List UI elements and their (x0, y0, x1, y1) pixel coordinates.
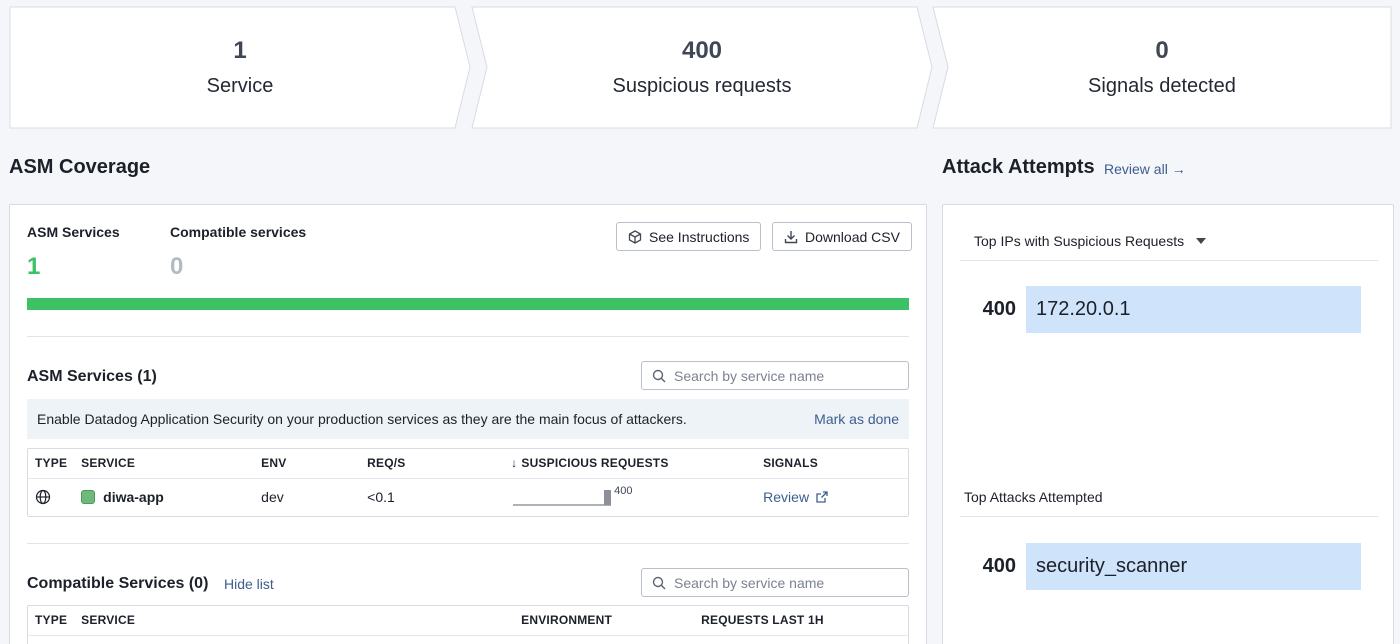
top-attack-count: 400 (982, 555, 1016, 577)
top-attack-row[interactable]: 400 security_scanner (962, 543, 1361, 590)
recommendation-banner: Enable Datadog Application Security on y… (27, 399, 909, 439)
suspicious-sparkline (513, 489, 612, 506)
coverage-progress-bar (27, 298, 909, 310)
top-ip-count: 400 (982, 298, 1016, 320)
stat-signals[interactable]: 0 Signals detected (932, 6, 1392, 129)
suspicious-requests-cell: 400 (504, 478, 756, 515)
stat-value: 400 (681, 37, 723, 64)
service-color-swatch (81, 489, 96, 504)
globe-icon (35, 490, 51, 505)
column-header-req-s[interactable]: REQ/S (360, 449, 505, 479)
asm-coverage-title: ASM Coverage (9, 156, 151, 178)
column-label: SUSPICIOUS REQUESTS (521, 456, 669, 471)
compatible-services-search[interactable] (641, 568, 909, 597)
top-ip-address: 172.20.0.1 (1036, 298, 1131, 320)
asm-services-title: ASM Services (1) (27, 368, 157, 385)
stat-suspicious-requests[interactable]: 400 Suspicious requests (471, 6, 933, 129)
download-icon (784, 230, 798, 243)
top-ip-bar: 172.20.0.1 (1026, 286, 1361, 333)
column-header-signals[interactable]: SIGNALS (756, 449, 908, 479)
stat-shape (9, 6, 471, 129)
external-link-icon (816, 491, 828, 503)
table-row[interactable]: diwa-app dev <0.1 400 Review (28, 478, 908, 515)
table-header-row: TYPE SERVICE ENV REQ/S ↓ SUSPICIOUS REQUE… (28, 449, 908, 479)
sort-desc-icon: ↓ (511, 456, 518, 471)
top-ip-row[interactable]: 400 172.20.0.1 (962, 286, 1361, 333)
divider (27, 336, 909, 337)
recommendation-text: Enable Datadog Application Security on y… (37, 411, 687, 427)
review-link[interactable]: Review (763, 489, 809, 505)
top-attack-name: security_scanner (1036, 555, 1188, 577)
stat-value: 0 (1155, 37, 1169, 64)
review-all-link[interactable]: Review all → (1104, 161, 1186, 177)
compatible-services-search-input[interactable] (674, 574, 889, 591)
search-icon (652, 369, 666, 382)
column-header-service[interactable]: SERVICE (74, 449, 255, 479)
download-csv-button[interactable]: Download CSV (772, 222, 912, 251)
top-ips-dropdown-label: Top IPs with Suspicious Requests (974, 233, 1185, 249)
top-attacks-label: Top Attacks Attempted (964, 489, 1103, 505)
asm-services-search-input[interactable] (674, 367, 889, 384)
asm-services-search[interactable] (641, 361, 909, 390)
stat-label: Signals detected (1088, 75, 1236, 97)
top-attack-bar: security_scanner (1026, 543, 1361, 590)
service-name: diwa-app (103, 488, 164, 505)
compatible-services-title: Compatible Services (0) (27, 575, 209, 592)
stat-shape (932, 6, 1392, 129)
compatible-services-table: TYPE SERVICE ENVIRONMENT REQUESTS LAST 1… (27, 605, 909, 644)
asm-services-count-label: ASM Services (27, 224, 120, 240)
compatible-services-count-label: Compatible services (170, 224, 307, 240)
divider (960, 516, 1378, 517)
see-instructions-button[interactable]: See Instructions (616, 222, 762, 251)
column-header-type[interactable]: TYPE (28, 449, 75, 479)
stat-shape (471, 6, 933, 129)
stat-services[interactable]: 1 Service (9, 6, 471, 129)
coverage-progress-fill (27, 298, 909, 310)
column-header-environment[interactable]: ENVIRONMENT (514, 606, 695, 636)
top-ips-dropdown[interactable]: Top IPs with Suspicious Requests (974, 233, 1207, 249)
hexagon-icon (628, 229, 642, 244)
attack-attempts-title: Attack Attempts (942, 156, 1095, 178)
stat-label: Service (206, 75, 274, 97)
service-cell[interactable]: diwa-app (74, 478, 254, 515)
asm-services-count: 1 (27, 253, 41, 280)
attack-attempts-panel: Top IPs with Suspicious Requests 400 172… (942, 204, 1394, 644)
column-header-env[interactable]: ENV (254, 449, 361, 479)
env-cell: dev (261, 488, 284, 505)
mark-as-done-link[interactable]: Mark as done (814, 411, 899, 427)
sparkline-value: 400 (614, 484, 633, 497)
hide-list-link[interactable]: Hide list (224, 576, 274, 592)
column-header-suspicious-requests[interactable]: ↓ SUSPICIOUS REQUESTS (504, 449, 757, 479)
table-header-row: TYPE SERVICE ENVIRONMENT REQUESTS LAST 1… (28, 606, 908, 636)
divider (27, 543, 909, 544)
column-header-type[interactable]: TYPE (28, 606, 75, 636)
see-instructions-label: See Instructions (649, 228, 750, 245)
download-csv-label: Download CSV (805, 228, 900, 245)
req-s-cell: <0.1 (367, 488, 395, 505)
search-icon (652, 576, 666, 589)
stat-label: Suspicious requests (612, 75, 792, 97)
asm-services-table: TYPE SERVICE ENV REQ/S ↓ SUSPICIOUS REQUE… (27, 448, 909, 517)
divider (960, 260, 1378, 261)
type-cell (28, 478, 74, 515)
column-header-requests-last-1h[interactable]: REQUESTS LAST 1H (694, 606, 908, 636)
column-header-service[interactable]: SERVICE (74, 606, 515, 636)
asm-coverage-panel: ASM Services 1 Compatible services 0 See… (9, 204, 927, 644)
caret-down-icon (1196, 238, 1207, 244)
signals-cell[interactable]: Review (756, 478, 908, 515)
compatible-services-count: 0 (170, 253, 184, 280)
stat-value: 1 (233, 37, 247, 64)
